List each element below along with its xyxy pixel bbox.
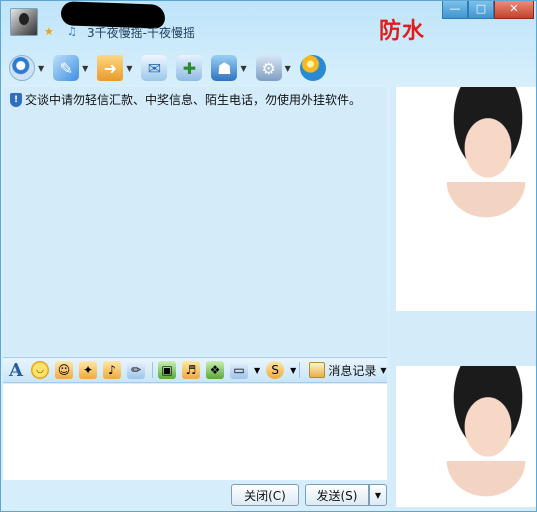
chevron-down-icon[interactable]: ▼ [285,64,291,73]
file-transfer-tool[interactable]: ➜ ▼ [97,55,132,81]
mail-tool[interactable]: ✉ [141,55,168,81]
chevron-down-icon[interactable]: ▼ [82,64,88,73]
chat-window: ★ ♫ 3千夜慢摇-千夜慢摇 防水 — □ ✕ ▼ ✎ ▼ ➜ ▼ ✉ ✚ ☗ [0,0,537,512]
profile-card-icon[interactable]: ☗ [211,55,238,81]
webcam-icon[interactable] [9,55,35,81]
voice-message-icon[interactable]: ♪ [103,361,121,379]
screenshot-icon[interactable]: ▭ [230,361,248,379]
message-input[interactable] [3,384,387,480]
portrait-body [436,182,536,227]
microphone-tool[interactable]: ✎ ▼ [53,55,88,81]
shake-window-icon[interactable]: ✦ [79,361,97,379]
portrait-body [436,461,536,506]
message-history-panel[interactable]: ! 交谈中请勿轻信汇款、中奖信息、陌生电话，勿使用外挂软件。 [3,87,387,355]
send-button[interactable]: 发送(S) [305,484,369,506]
qzone-globe-icon[interactable] [299,55,326,81]
minimize-button[interactable]: — [442,1,468,19]
close-button[interactable]: 关闭(C) [231,484,299,506]
chevron-down-icon[interactable]: ▼ [38,64,44,73]
profile-tool[interactable]: ☗ ▼ [211,55,247,81]
contact-photo [396,87,536,311]
portrait-face [440,87,536,192]
divider [299,362,301,378]
folder-transfer-icon[interactable]: ➜ [97,55,124,81]
font-icon[interactable]: A [7,360,25,381]
portrait-face [440,366,536,471]
main-toolbar: ▼ ✎ ▼ ➜ ▼ ✉ ✚ ☗ ▼ ⚙ ▼ [9,51,335,85]
close-window-button[interactable]: ✕ [494,1,534,19]
chevron-down-icon[interactable]: ▼ [290,366,296,375]
app-tool[interactable]: ⚙ ▼ [255,55,291,81]
music-icon: ♫ [67,25,77,38]
maximize-button[interactable]: □ [468,1,494,19]
shield-icon: ! [10,92,22,107]
microphone-icon[interactable]: ✎ [53,55,80,81]
message-history-button[interactable]: 消息记录 ▼ [309,362,386,379]
action-bar: 关闭(C) 发送(S) ▼ [3,480,387,511]
mail-icon[interactable]: ✉ [141,55,168,81]
window-controls: — □ ✕ [442,1,534,21]
doodle-icon[interactable]: ✏ [127,361,145,379]
qzone-tool[interactable] [299,55,326,81]
message-history-label: 消息记录 [328,363,377,378]
music-share-icon[interactable]: ♬ [182,361,200,379]
send-options-button[interactable]: ▼ [369,484,387,506]
title-bar[interactable]: ★ ♫ 3千夜慢摇-千夜慢摇 防水 — □ ✕ [1,1,536,45]
my-photo [396,366,536,507]
status-star-icon: ★ [44,25,54,38]
chevron-down-icon[interactable]: ▼ [240,64,246,73]
chevron-down-icon[interactable]: ▼ [126,64,132,73]
add-note-icon[interactable]: ✚ [176,55,203,81]
webcam-tool[interactable]: ▼ [9,55,44,81]
security-notice-text: 交谈中请勿轻信汇款、中奖信息、陌生电话，勿使用外挂软件。 [25,93,362,107]
chevron-down-icon[interactable]: ▼ [254,366,260,375]
send-image-icon[interactable]: ▣ [158,361,176,379]
security-notice: ! 交谈中请勿轻信汇款、中奖信息、陌生电话，勿使用外挂软件。 [10,91,361,108]
gift-icon[interactable]: ❖ [206,361,224,379]
app-settings-icon[interactable]: ⚙ [255,55,282,81]
history-icon [309,362,326,378]
emoticon-icon[interactable]: ◡ [31,361,49,379]
note-tool[interactable]: ✚ [176,55,203,81]
contact-show-panel [390,87,536,511]
format-toolbar: A ◡ ☺ ✦ ♪ ✏ ▣ ♬ ❖ ▭ ▼ S ▼ 消息记录 ▼ [3,357,387,383]
chevron-down-icon[interactable]: ▼ [380,366,386,375]
magic-emoticon-icon[interactable]: ☺ [55,361,73,379]
watermark-text: 防水 [379,19,426,44]
contact-signature: 3千夜慢摇-千夜慢摇 [87,26,195,40]
contact-avatar[interactable] [10,8,38,36]
payment-icon[interactable]: S [266,361,285,379]
divider [152,362,153,378]
